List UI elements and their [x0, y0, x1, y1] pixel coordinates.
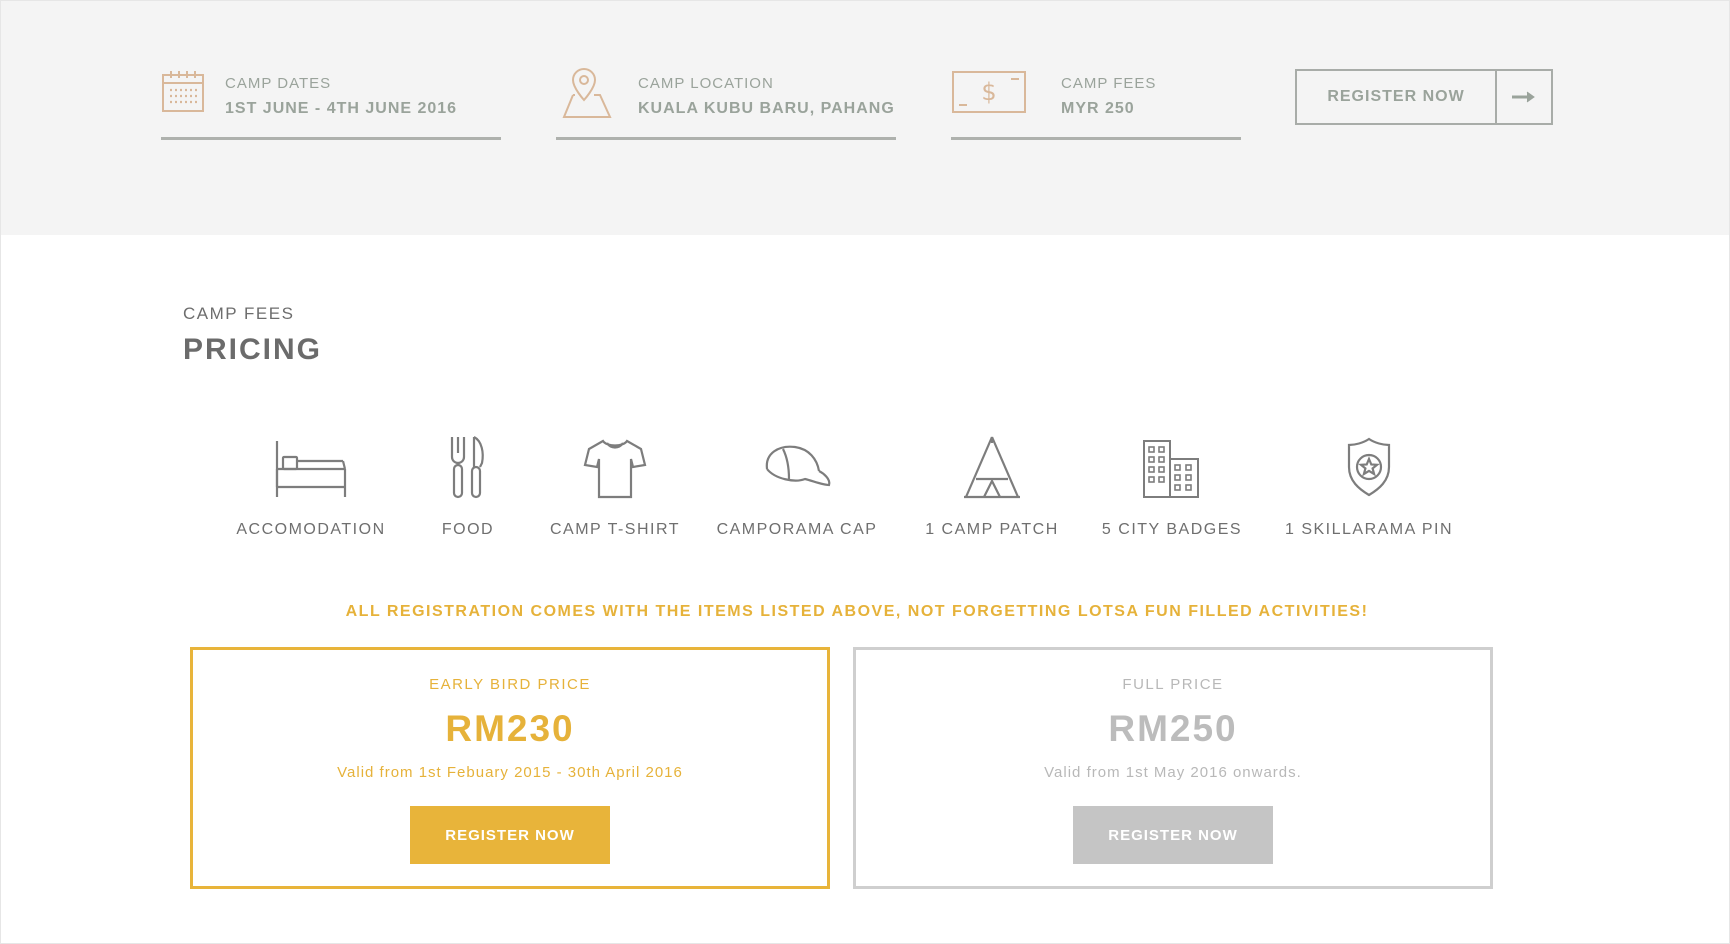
section-subtitle: CAMP FEES: [183, 304, 295, 323]
register-now-button-full[interactable]: REGISTER NOW: [1073, 806, 1273, 864]
price-type-label: EARLY BIRD PRICE: [429, 676, 591, 693]
banknote-icon: $: [951, 69, 1027, 120]
price-validity: Valid from 1st Febuary 2015 - 30th April…: [337, 764, 683, 781]
page-title: PRICING: [183, 333, 323, 366]
price-amount: RM250: [1108, 708, 1238, 749]
included-item-label: CAMPORAMA CAP: [716, 521, 878, 538]
camp-fees-value: MYR 250: [1061, 100, 1135, 117]
included-item-camp-patch: 1 CAMP PATCH: [925, 435, 1057, 538]
included-item-camp-tshirt: CAMP T-SHIRT: [550, 435, 679, 538]
tshirt-icon: [583, 435, 647, 501]
included-item-skillarama-pin: 1 SKILLARAMA PIN: [1285, 435, 1452, 538]
included-item-label: 1 CAMP PATCH: [925, 521, 1059, 538]
included-item-food: FOOD: [442, 435, 493, 538]
included-item-label: 1 SKILLARAMA PIN: [1284, 521, 1454, 538]
included-item-accomodation: ACCOMODATION: [236, 435, 384, 538]
cap-icon: [761, 435, 833, 501]
register-now-button-top[interactable]: REGISTER NOW: [1295, 69, 1553, 125]
camp-location-block: CAMP LOCATION KUALA KUBU BARU, PAHANG: [556, 65, 896, 140]
tent-icon: [962, 435, 1022, 501]
price-type-label: FULL PRICE: [1122, 676, 1224, 693]
included-item-label: ACCOMODATION: [236, 521, 386, 538]
arrow-right-icon: [1497, 71, 1551, 123]
bed-icon: [273, 435, 349, 501]
price-validity: Valid from 1st May 2016 onwards.: [1044, 764, 1302, 781]
camp-fees-label: CAMP FEES: [1061, 75, 1157, 92]
camp-location-value: KUALA KUBU BARU, PAHANG: [638, 100, 895, 117]
registration-note: ALL REGISTRATION COMES WITH THE ITEMS LI…: [345, 603, 1369, 620]
camp-dates-block: CAMP DATES 1ST JUNE - 4TH JUNE 2016: [161, 65, 501, 140]
camp-dates-label: CAMP DATES: [225, 75, 332, 92]
camp-dates-value: 1ST JUNE - 4TH JUNE 2016: [225, 100, 458, 117]
included-item-label: 5 CITY BADGES: [1101, 521, 1243, 538]
included-item-city-badges: 5 CITY BADGES: [1102, 435, 1241, 538]
badge-star-icon: [1343, 435, 1395, 501]
register-now-button-early[interactable]: REGISTER NOW: [410, 806, 610, 864]
early-bird-price-card: EARLY BIRD PRICE RM230 Valid from 1st Fe…: [190, 647, 830, 889]
register-now-label: REGISTER NOW: [1297, 71, 1497, 123]
cutlery-icon: [446, 435, 490, 501]
svg-text:$: $: [981, 78, 996, 106]
calendar-icon: [161, 69, 205, 118]
camp-location-label: CAMP LOCATION: [638, 75, 774, 92]
included-item-camporama-cap: CAMPORAMA CAP: [717, 435, 876, 538]
included-item-label: FOOD: [441, 521, 495, 538]
included-item-label: CAMP T-SHIRT: [549, 521, 681, 538]
price-amount: RM230: [445, 708, 575, 749]
camp-info-bar: CAMP DATES 1ST JUNE - 4TH JUNE 2016 CAMP…: [1, 1, 1729, 235]
buildings-icon: [1142, 435, 1202, 501]
map-pin-icon: [556, 65, 612, 126]
page: CAMP DATES 1ST JUNE - 4TH JUNE 2016 CAMP…: [0, 0, 1730, 944]
camp-fees-block: $ CAMP FEES MYR 250: [951, 65, 1241, 140]
full-price-card: FULL PRICE RM250 Valid from 1st May 2016…: [853, 647, 1493, 889]
